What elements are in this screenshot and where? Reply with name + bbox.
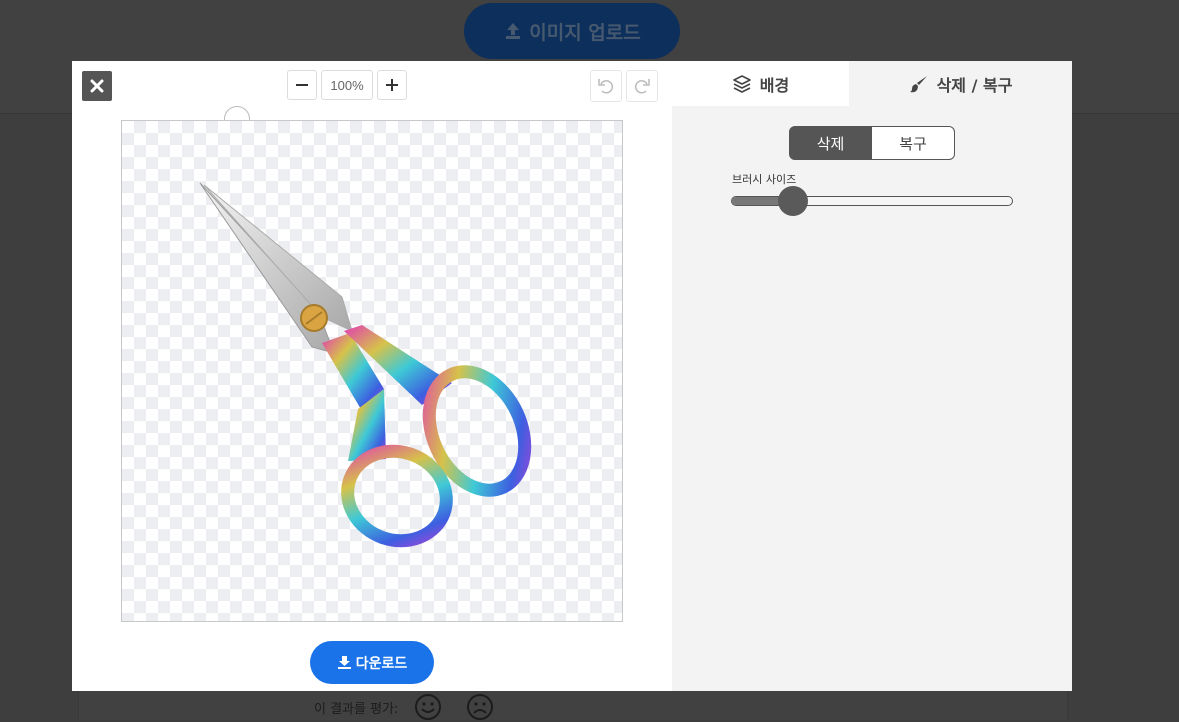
tab-erase-restore[interactable]: 삭제 / 복구 <box>849 61 1072 106</box>
tab-erase-restore-label: 삭제 / 복구 <box>936 75 1013 95</box>
tab-background[interactable]: 배경 <box>672 61 849 106</box>
rate-label: 이 결과를 평가: <box>314 701 399 717</box>
restore-mode-button[interactable]: 복구 <box>872 126 955 160</box>
brush-icon <box>909 75 927 92</box>
layers-icon <box>732 74 751 93</box>
download-button[interactable]: 다운로드 <box>310 641 434 684</box>
undo-button[interactable] <box>590 70 622 102</box>
zoom-out-button[interactable] <box>287 70 317 100</box>
plus-icon <box>386 79 398 91</box>
brush-size-handle[interactable] <box>778 186 809 216</box>
download-icon <box>337 656 351 669</box>
upload-image-label: 이미지 업로드 <box>529 21 641 44</box>
zoom-controls: 100% <box>287 70 407 100</box>
upload-icon <box>506 23 521 39</box>
editor-panel: 100% 다운로드 <box>72 61 672 691</box>
close-icon <box>90 79 104 93</box>
undo-icon <box>598 79 614 94</box>
brush-size-slider[interactable] <box>731 196 1013 206</box>
close-button[interactable] <box>82 71 112 101</box>
editor-modal: 100% 다운로드 배경 삭제 / 복구 삭제 복구 브러시 사이즈 <box>72 61 1072 691</box>
scissors-image <box>199 182 532 548</box>
history-controls <box>590 70 658 102</box>
tab-background-label: 배경 <box>759 75 790 95</box>
erase-mode-button[interactable]: 삭제 <box>789 126 872 160</box>
sad-face-icon[interactable] <box>466 693 494 721</box>
zoom-in-button[interactable] <box>377 70 407 100</box>
mode-toggle: 삭제 복구 <box>789 126 955 160</box>
upload-image-button[interactable]: 이미지 업로드 <box>464 3 680 59</box>
redo-button[interactable] <box>626 70 658 102</box>
minus-icon <box>296 84 308 86</box>
zoom-level: 100% <box>321 70 373 100</box>
redo-icon <box>634 79 650 94</box>
download-label: 다운로드 <box>355 655 408 672</box>
brush-size-label: 브러시 사이즈 <box>732 173 797 186</box>
happy-face-icon[interactable] <box>414 693 442 721</box>
rating-row: 이 결과를 평가: <box>314 692 494 722</box>
image-canvas[interactable] <box>121 120 623 622</box>
tool-panel: 배경 삭제 / 복구 삭제 복구 브러시 사이즈 <box>672 61 1072 691</box>
